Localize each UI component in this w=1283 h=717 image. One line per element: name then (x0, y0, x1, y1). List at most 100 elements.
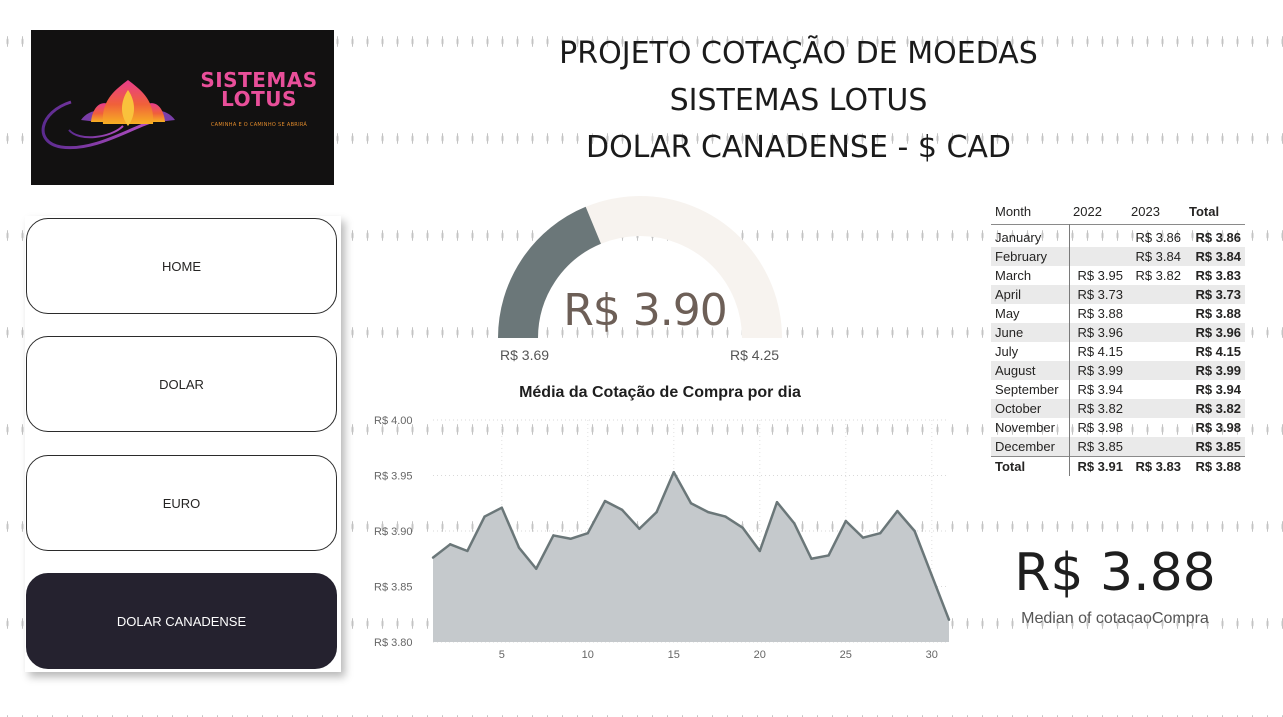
matrix-row: October R$ 3.82 R$ 3.82 (991, 399, 1245, 418)
y-tick-label: R$ 4.00 (374, 415, 413, 427)
data-point (535, 567, 538, 570)
matrix-cell: R$ 3.98 (1077, 420, 1123, 435)
matrix-cell: R$ 3.84 (1135, 249, 1181, 264)
matrix-header-2023: 2023 (1131, 203, 1160, 219)
data-point (793, 522, 796, 525)
matrix-cell: R$ 3.91 (1069, 456, 1127, 476)
x-tick-label: 30 (926, 649, 938, 661)
matrix-cell: January (991, 224, 1070, 247)
matrix-cell: Total (991, 456, 1070, 476)
matrix-cell: R$ 3.86 (1135, 230, 1181, 245)
data-point (913, 529, 916, 533)
matrix-cell (1127, 399, 1185, 418)
matrix-cell: R$ 3.96 (1077, 325, 1123, 340)
logo-tagline: CAMINHA E O CAMINHO SE ABRIRÁ (210, 122, 308, 128)
matrix-row: April R$ 3.73 R$ 3.73 (991, 285, 1245, 304)
y-tick-label: R$ 3.90 (374, 526, 413, 538)
matrix-cell: R$ 3.82 (1135, 268, 1181, 283)
matrix-cell: R$ 3.95 (1077, 268, 1123, 283)
title-line-1: PROJETO COTAÇÃO DE MOEDAS (559, 36, 1038, 71)
matrix-header-2022: 2022 (1073, 203, 1102, 219)
matrix-cell (1127, 437, 1185, 457)
matrix-cell: R$ 3.85 (1195, 439, 1241, 454)
nav-button-label: HOME (162, 258, 201, 274)
data-point (603, 499, 607, 503)
matrix-row: December R$ 3.85 R$ 3.85 (991, 437, 1245, 457)
matrix-cell: March (991, 266, 1070, 285)
nav-button-label: EURO (162, 495, 201, 511)
matrix-cell: R$ 3.98 (1195, 420, 1241, 435)
matrix-cell: R$ 3.94 (1077, 382, 1123, 397)
data-point (775, 500, 779, 504)
matrix-cell: R$ 3.83 (1195, 268, 1241, 283)
area-chart: R$ 3.80 R$ 3.85 R$ 3.90 R$ 3.95 R$ 4.00 5 10 15… (374, 415, 951, 661)
matrix-cell (1127, 304, 1185, 323)
page-title: PROJETO COTAÇÃO DE MOEDAS SISTEMAS LOTUS… (500, 30, 1097, 171)
matrix-cell (1127, 361, 1185, 380)
matrix-cell: R$ 3.83 (1127, 456, 1185, 476)
matrix-cell (1069, 225, 1127, 248)
matrix-cell: R$ 3.82 (1077, 401, 1123, 416)
data-point (449, 543, 452, 546)
data-point (621, 508, 624, 512)
matrix-row: June R$ 3.96 R$ 3.96 (991, 323, 1245, 342)
matrix-cell: R$ 3.88 (1195, 306, 1241, 321)
matrix-cell (1069, 247, 1127, 266)
matrix-cell: R$ 3.86 (1195, 230, 1241, 245)
chart-title: Média da Cotação de Compra por dia (519, 384, 801, 401)
matrix-cell: R$ 3.84 (1195, 249, 1241, 264)
matrix-cell: August (991, 361, 1070, 380)
matrix-cell (1127, 285, 1185, 304)
matrix-row: September R$ 3.94 R$ 3.94 (991, 380, 1245, 399)
kpi-value: R$ 3.88 (1014, 543, 1216, 603)
data-point (810, 557, 813, 560)
data-point (879, 532, 882, 535)
matrix-cell: R$ 3.88 (1077, 306, 1123, 321)
title-line-3: DOLAR CANADENSE - $ CAD (585, 130, 1012, 165)
gauge-max-label: R$ 4.25 (730, 347, 780, 363)
matrix-cell (1127, 380, 1185, 399)
matrix-row: March R$ 3.95 R$ 3.82 R$ 3.83 (991, 266, 1245, 285)
nav-button-home[interactable]: HOME (26, 218, 337, 314)
matrix-row: February R$ 3.84 R$ 3.84 (991, 247, 1245, 266)
data-point (466, 549, 469, 553)
nav-button-label: DOLAR (159, 376, 204, 392)
nav-button-dolar[interactable]: DOLAR (26, 336, 337, 432)
matrix-cell (1127, 323, 1185, 342)
nav-button-label: DOLAR CANADENSE (116, 613, 247, 629)
x-tick-label: 20 (754, 649, 766, 661)
matrix-cell: June (991, 323, 1070, 342)
monthly-matrix-table: Month 2022 2023 Total January R$ 3.86 R$ 3… (991, 198, 1245, 476)
matrix-total-row: Total R$ 3.91 R$ 3.83 R$ 3.88 (991, 456, 1245, 476)
x-tick-label: 5 (499, 649, 505, 661)
matrix-cell: R$ 3.73 (1077, 287, 1123, 302)
matrix-cell: R$ 4.15 (1077, 344, 1123, 359)
matrix-cell: July (991, 342, 1070, 361)
data-point (741, 526, 744, 529)
x-tick-label: 10 (582, 649, 594, 661)
matrix-cell: R$ 4.15 (1195, 344, 1241, 359)
matrix-cell: R$ 3.82 (1195, 401, 1241, 416)
data-point (947, 618, 951, 621)
kpi-label: Median of cotacaoCompra (1021, 610, 1209, 627)
nav-button-euro[interactable]: EURO (26, 455, 337, 551)
matrix-cell: November (991, 418, 1070, 437)
gauge-min-label: R$ 3.69 (500, 347, 550, 363)
x-tick-label: 15 (668, 649, 680, 661)
matrix-cell: May (991, 304, 1070, 323)
matrix-cell: R$ 3.85 (1077, 439, 1123, 454)
logo-title: SISTEMAS LOTUS (200, 68, 318, 111)
nav-button-dolar-canadense[interactable]: DOLAR CANADENSE (26, 573, 337, 669)
matrix-row: August R$ 3.99 R$ 3.99 (991, 361, 1245, 380)
data-point (431, 556, 435, 559)
matrix-cell: R$ 3.99 (1077, 363, 1123, 378)
data-point (569, 537, 572, 540)
matrix-cell: February (991, 247, 1070, 266)
data-point (672, 470, 675, 474)
y-tick-label: R$ 3.85 (374, 582, 413, 594)
matrix-header-row: Month 2022 2023 Total (991, 198, 1245, 225)
matrix-cell: September (991, 380, 1070, 399)
y-tick-label: R$ 3.80 (374, 637, 413, 649)
data-point (707, 510, 710, 514)
matrix-cell: April (991, 285, 1070, 304)
